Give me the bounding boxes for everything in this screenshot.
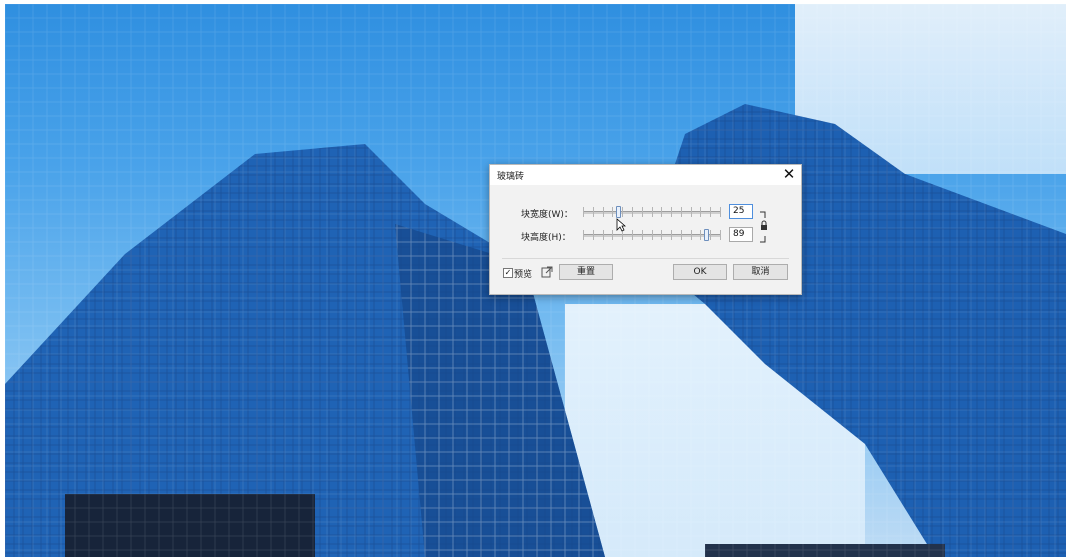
slider-tick	[632, 207, 633, 217]
preview-checkbox[interactable]: ✓	[503, 268, 513, 278]
slider-tick	[671, 230, 672, 240]
divider	[502, 258, 789, 259]
block-height-input[interactable]: 89	[729, 227, 753, 242]
dialog-titlebar[interactable]: 玻璃砖 ✕	[490, 165, 801, 185]
slider-tick	[700, 230, 701, 240]
slider-tick	[642, 230, 643, 240]
slider-tick	[700, 207, 701, 217]
slider-tick	[691, 230, 692, 240]
slider-tick	[612, 207, 613, 217]
slider-tick	[612, 230, 613, 240]
slider-tick	[593, 230, 594, 240]
slider-tick	[583, 230, 584, 240]
slider-tick	[691, 207, 692, 217]
block-height-label: 块高度(H)：	[521, 233, 571, 243]
slider-tick	[681, 207, 682, 217]
reset-button[interactable]: 重置	[559, 264, 613, 280]
block-width-label: 块宽度(W)：	[521, 210, 573, 220]
slider-tick	[652, 230, 653, 240]
slider-tick	[632, 230, 633, 240]
dialog-title: 玻璃砖	[497, 172, 525, 182]
slider-tick	[593, 207, 594, 217]
lock-icon[interactable]	[759, 210, 769, 244]
block-width-thumb[interactable]	[616, 206, 621, 218]
cancel-button[interactable]: 取消	[733, 264, 788, 280]
glass-block-dialog: 玻璃砖 ✕ 块宽度(W)： 25 块高度(H)： 89 ✓ 预览 重置 OK 取…	[489, 164, 802, 295]
slider-tick	[603, 230, 604, 240]
slider-tick	[671, 207, 672, 217]
block-width-slider[interactable]	[583, 206, 721, 218]
slider-tick	[661, 230, 662, 240]
slider-tick	[720, 230, 721, 240]
block-height-thumb[interactable]	[704, 229, 709, 241]
close-icon[interactable]: ✕	[782, 165, 796, 183]
ok-button[interactable]: OK	[673, 264, 727, 280]
mouse-cursor-icon	[616, 218, 626, 232]
slider-tick	[720, 207, 721, 217]
popout-icon[interactable]	[541, 266, 553, 278]
block-height-slider[interactable]	[583, 229, 721, 241]
slider-tick	[652, 207, 653, 217]
slider-tick	[661, 207, 662, 217]
preview-label: 预览	[514, 270, 533, 280]
slider-tick	[603, 207, 604, 217]
slider-tick	[622, 207, 623, 217]
slider-tick	[642, 207, 643, 217]
block-width-input[interactable]: 25	[729, 204, 753, 219]
slider-tick	[583, 207, 584, 217]
slider-tick	[681, 230, 682, 240]
slider-tick	[710, 230, 711, 240]
slider-tick	[710, 207, 711, 217]
